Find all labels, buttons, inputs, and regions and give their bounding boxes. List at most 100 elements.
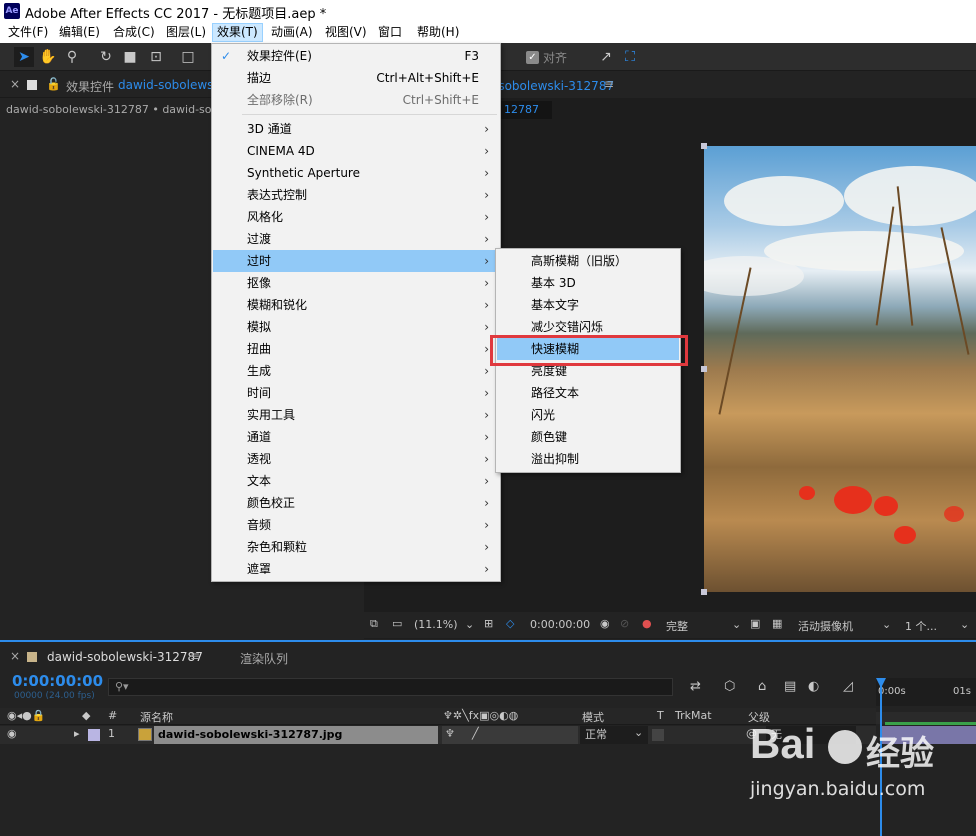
menu-item-stroke[interactable]: 描边 Ctrl+Alt+Shift+E <box>213 67 499 89</box>
quality-switch-icon[interactable]: ╱ <box>472 727 479 740</box>
preserve-transparency-checkbox[interactable] <box>652 729 664 741</box>
menu-window[interactable]: 窗口 <box>374 23 406 42</box>
graph-editor-icon[interactable]: ◿ <box>843 679 853 694</box>
menu-item-utility[interactable]: 实用工具 › <box>213 404 499 426</box>
menu-item-synthetic-aperture[interactable]: Synthetic Aperture › <box>213 162 499 184</box>
menu-item-matte[interactable]: 遮罩 › <box>213 558 499 580</box>
menu-item-obsolete[interactable]: 过时 › <box>213 250 499 272</box>
shy-layers-icon[interactable]: ⌂ <box>758 679 766 694</box>
menu-composition[interactable]: 合成(C) <box>109 23 159 42</box>
channel-icon[interactable]: ● <box>642 617 652 630</box>
snap-option-icon[interactable]: ↗ <box>596 47 616 67</box>
rotate-tool-icon[interactable]: ↻ <box>96 47 116 67</box>
tab-menu-icon[interactable]: ≡ <box>190 649 200 663</box>
lock-icon[interactable]: 🔓 <box>46 77 61 91</box>
effect-controls-tab-title[interactable]: 效果控件 <box>66 78 114 95</box>
composition-tab[interactable]: -sobolewski-312787 <box>494 79 614 93</box>
submenu-item-path-text[interactable]: 路径文本 <box>497 382 679 404</box>
camera-tool-icon[interactable]: ■ <box>120 47 140 67</box>
menu-edit[interactable]: 编辑(E) <box>55 23 104 42</box>
layer-name[interactable]: dawid-sobolewski-312787.jpg <box>154 726 438 744</box>
menu-item-expression-controls[interactable]: 表达式控制 › <box>213 184 499 206</box>
viewer-timecode[interactable]: 0:00:00:00 <box>530 618 590 631</box>
menu-item-remove-all[interactable]: 全部移除(R) Ctrl+Shift+E <box>213 89 499 111</box>
snap-target-icon[interactable]: ⛶ <box>620 47 640 67</box>
camera-dropdown[interactable]: 活动摄像机 <box>798 618 853 634</box>
menu-item-transition[interactable]: 过渡 › <box>213 228 499 250</box>
mask-visibility-icon[interactable]: ◇ <box>506 617 514 630</box>
tab-menu-icon[interactable]: ≡ <box>604 77 614 91</box>
frame-blending-icon[interactable]: ▤ <box>784 679 796 694</box>
table-row[interactable]: ◉ ▸ 1 dawid-sobolewski-312787.jpg ♆ ╱ 正常… <box>0 726 876 744</box>
zoom-tool-icon[interactable]: ⚲ <box>62 47 82 67</box>
menu-item-keying[interactable]: 抠像 › <box>213 272 499 294</box>
menu-item-perspective[interactable]: 透视 › <box>213 448 499 470</box>
resolution-dropdown[interactable]: 完整 <box>666 618 688 634</box>
region-of-interest-icon[interactable]: ▣ <box>750 617 760 630</box>
render-queue-tab[interactable]: 渲染队列 <box>240 650 288 667</box>
submenu-item-color-key[interactable]: 颜色键 <box>497 426 679 448</box>
layer-switches[interactable] <box>442 726 578 744</box>
menu-item-audio[interactable]: 音频 › <box>213 514 499 536</box>
menu-animation[interactable]: 动画(A) <box>267 23 317 42</box>
submenu-item-gaussian-blur-legacy[interactable]: 高斯模糊（旧版） <box>497 250 679 272</box>
menu-effect[interactable]: 效果(T) <box>212 23 263 42</box>
menu-item-noise-grain[interactable]: 杂色和颗粒 › <box>213 536 499 558</box>
menu-item-distort[interactable]: 扭曲 › <box>213 338 499 360</box>
views-dropdown[interactable]: 1 个... <box>905 618 937 634</box>
menu-help[interactable]: 帮助(H) <box>413 23 463 42</box>
label-color-swatch[interactable] <box>88 729 100 741</box>
menu-item-text[interactable]: 文本 › <box>213 470 499 492</box>
source-name-column[interactable]: 源名称 <box>140 709 173 725</box>
menu-file[interactable]: 文件(F) <box>4 23 52 42</box>
composition-flowchart-icon[interactable]: ⇄ <box>690 679 701 694</box>
eye-icon[interactable]: ◉ <box>7 727 17 740</box>
submenu-item-basic-3d[interactable]: 基本 3D <box>497 272 679 294</box>
motion-blur-icon[interactable]: ◐ <box>808 679 819 694</box>
menu-item-stylize[interactable]: 风格化 › <box>213 206 499 228</box>
always-preview-icon[interactable]: ⧉ <box>370 617 378 631</box>
show-snapshot-icon[interactable]: ⊘ <box>620 617 629 630</box>
submenu-item-spill-suppressor[interactable]: 溢出抑制 <box>497 448 679 470</box>
timeline-comp-tab[interactable]: dawid-sobolewski-312787 <box>47 650 203 664</box>
composition-image[interactable] <box>704 146 976 592</box>
snap-checkbox[interactable]: ✓ <box>526 51 539 64</box>
shy-switch-icon[interactable]: ♆ <box>445 727 455 740</box>
snapshot-icon[interactable]: ◉ <box>600 617 610 630</box>
transform-handle[interactable] <box>701 143 707 149</box>
timeline-search-input[interactable]: ⚲▾ <box>108 678 673 696</box>
menu-item-simulation[interactable]: 模拟 › <box>213 316 499 338</box>
transform-handle[interactable] <box>701 589 707 595</box>
callout-box <box>490 335 688 366</box>
close-icon[interactable]: × <box>10 649 20 663</box>
expand-arrow-icon[interactable]: ▸ <box>74 727 80 740</box>
submenu-item-lightning[interactable]: 闪光 <box>497 404 679 426</box>
close-icon[interactable]: × <box>10 77 20 91</box>
pan-behind-tool-icon[interactable]: ⊡ <box>146 47 166 67</box>
menu-item-3d-channel[interactable]: 3D 通道 › <box>213 118 499 140</box>
effect-controls-tab-layer[interactable]: dawid-sobolewski <box>118 78 224 92</box>
composition-breadcrumb[interactable]: 12787 <box>500 101 552 119</box>
hand-tool-icon[interactable]: ✋ <box>38 47 58 67</box>
zoom-dropdown[interactable]: (11.1%) <box>414 618 458 631</box>
time-ruler[interactable]: 0:00s 01s <box>876 678 976 706</box>
menu-item-effect-controls[interactable]: ✓ 效果控件(E) F3 <box>213 45 499 67</box>
menu-item-generate[interactable]: 生成 › <box>213 360 499 382</box>
menu-view[interactable]: 视图(V) <box>321 23 371 42</box>
menu-item-time[interactable]: 时间 › <box>213 382 499 404</box>
transform-handle[interactable] <box>701 366 707 372</box>
grid-icon[interactable]: ⊞ <box>484 617 493 630</box>
draft-3d-icon[interactable]: ⬡ <box>724 679 735 694</box>
menu-item-blur-sharpen[interactable]: 模糊和锐化 › <box>213 294 499 316</box>
menu-item-channel[interactable]: 通道 › <box>213 426 499 448</box>
monitor-icon[interactable]: ▭ <box>392 617 402 630</box>
menu-item-color-correction[interactable]: 颜色校正 › <box>213 492 499 514</box>
transparency-grid-icon[interactable]: ▦ <box>772 617 782 630</box>
submenu-item-basic-text[interactable]: 基本文字 <box>497 294 679 316</box>
selection-tool-icon[interactable]: ➤ <box>14 47 34 67</box>
panel-menu-icon[interactable] <box>27 80 37 90</box>
rectangle-tool-icon[interactable]: □ <box>178 47 198 67</box>
menu-layer[interactable]: 图层(L) <box>162 23 210 42</box>
current-time-display[interactable]: 0:00:00:00 <box>12 672 103 690</box>
menu-item-cinema4d[interactable]: CINEMA 4D › <box>213 140 499 162</box>
